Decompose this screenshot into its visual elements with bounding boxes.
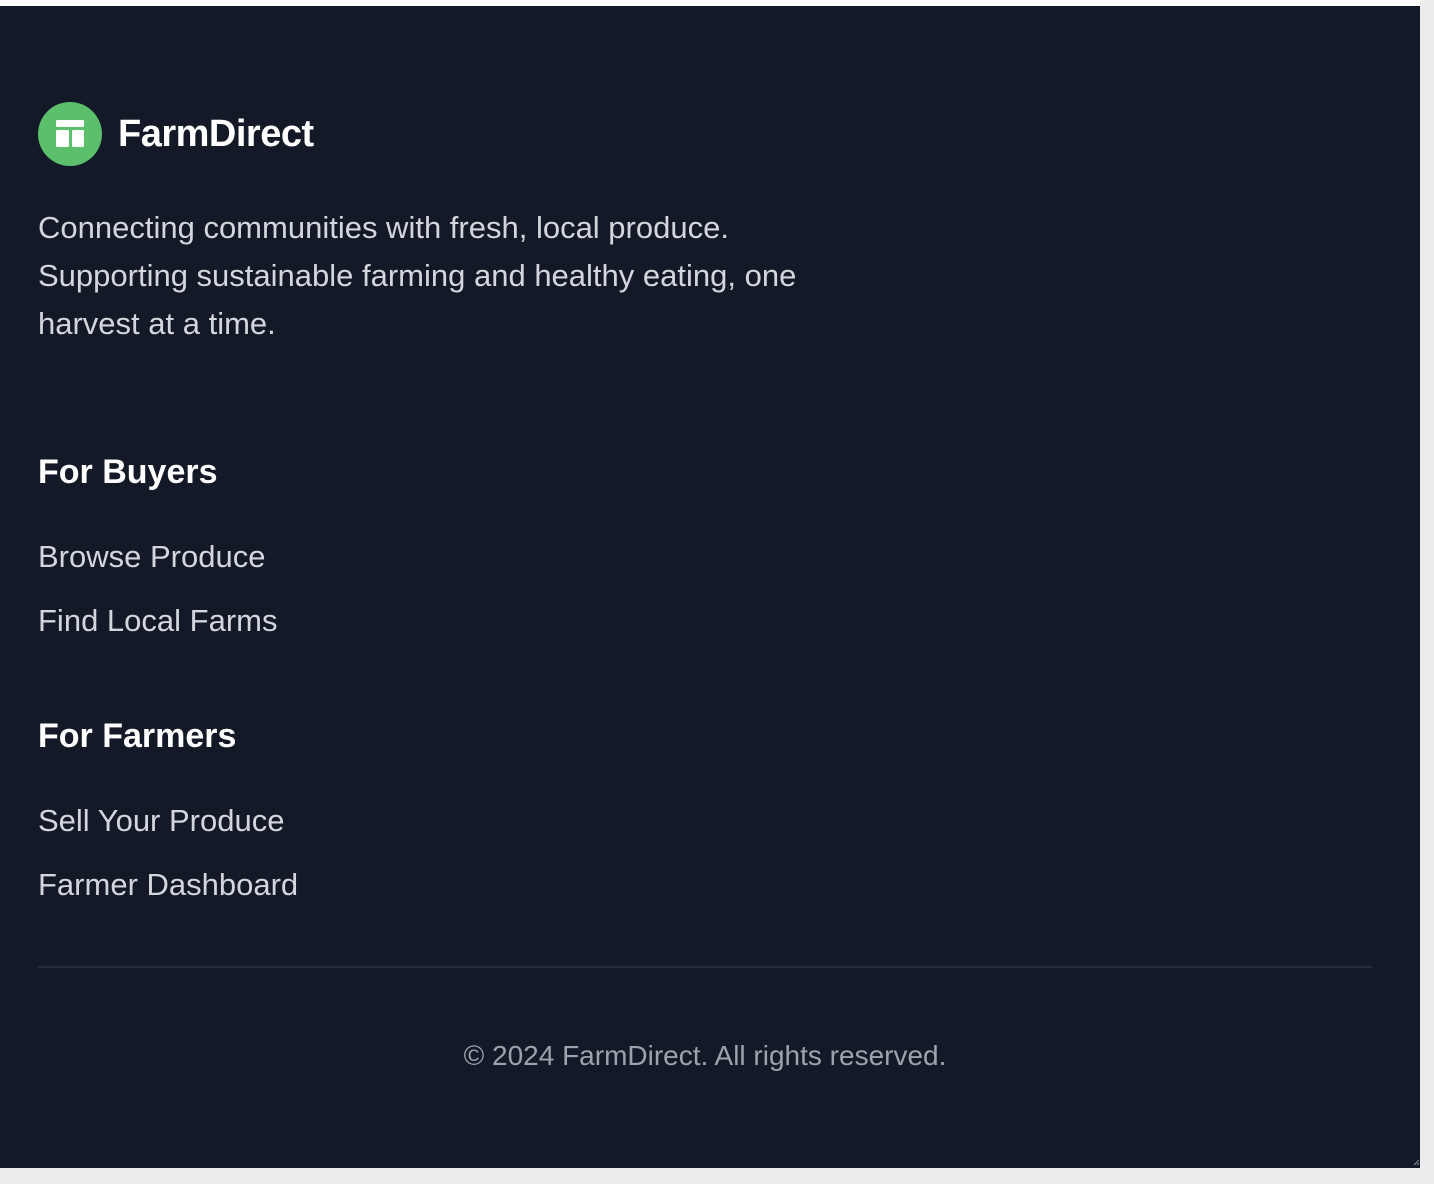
window-right-edge [1420,0,1434,1184]
link-browse-produce[interactable]: Browse Produce [38,538,265,576]
page: FarmDirect Connecting communities with f… [0,0,1434,1184]
section-title-farmers: For Farmers [38,717,237,755]
footer-tagline: Connecting communities with fresh, local… [38,210,797,341]
logo-badge [38,102,102,166]
link-farmer-dashboard[interactable]: Farmer Dashboard [38,866,298,904]
brand-name: FarmDirect [118,112,314,155]
resize-grip-icon[interactable] [1412,1158,1420,1166]
window-bottom-edge [0,1168,1434,1184]
link-sell-your-produce[interactable]: Sell Your Produce [38,802,284,840]
section-title-buyers: For Buyers [38,453,218,491]
footer-brand[interactable]: FarmDirect [38,102,314,166]
copyright-text: © 2024 FarmDirect. All rights reserved. [463,1040,947,1071]
footer-divider [38,966,1372,968]
storefront-icon [56,120,84,147]
site-footer: FarmDirect Connecting communities with f… [0,6,1420,1168]
link-find-local-farms[interactable]: Find Local Farms [38,602,277,640]
